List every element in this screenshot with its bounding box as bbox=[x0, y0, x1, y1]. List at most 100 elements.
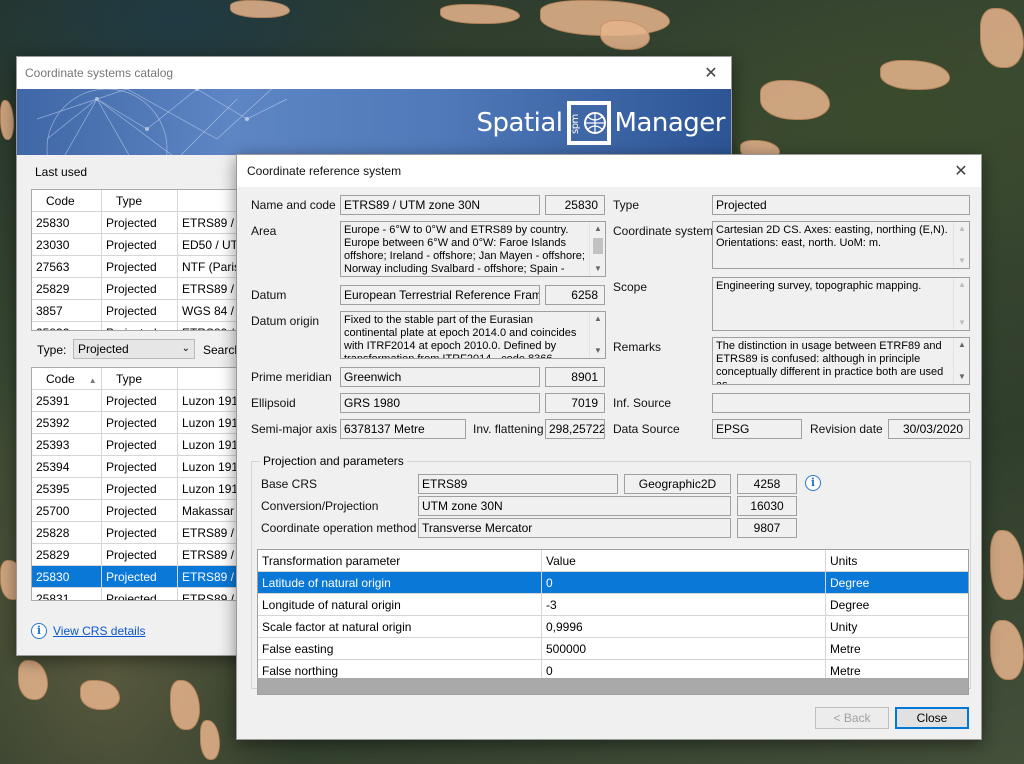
table-row[interactable]: 27563Projected NTF (Paris) / bbox=[32, 255, 240, 278]
area-scrollbar[interactable]: ▲ ▼ bbox=[589, 222, 605, 276]
scroll-down-icon[interactable]: ▼ bbox=[954, 254, 969, 268]
revision-date-field[interactable]: 30/03/2020 bbox=[888, 419, 970, 439]
crs-name-field[interactable]: ETRS89 / UTM zone 30N bbox=[340, 195, 540, 215]
table-cell-type: Projected bbox=[102, 477, 178, 500]
info-icon[interactable]: i bbox=[805, 475, 821, 491]
table-cell-code: 25828 bbox=[32, 521, 102, 544]
scroll-thumb[interactable] bbox=[593, 238, 603, 254]
method-field[interactable]: Transverse Mercator bbox=[418, 518, 731, 538]
conversion-label: Conversion/Projection bbox=[261, 499, 379, 513]
table-row[interactable]: 25393 Projected Luzon 1911 bbox=[32, 433, 240, 456]
last-used-table[interactable]: Code Type 25830 Projected ETRS89 / U 23030 P… bbox=[31, 189, 241, 331]
back-button[interactable]: < Back bbox=[815, 707, 889, 729]
table-row[interactable]: Latitude of natural origin 0 Degree bbox=[258, 571, 968, 594]
conversion-field[interactable]: UTM zone 30N bbox=[418, 496, 731, 516]
datum-origin-scrollbar[interactable]: ▲ ▼ bbox=[589, 312, 605, 358]
table-header-row: Code Type bbox=[32, 190, 240, 212]
table-row[interactable]: 25829 Projected ETRS89 / U bbox=[32, 277, 240, 300]
table-row[interactable]: 25832ProjectedETRS89 / U bbox=[32, 321, 240, 330]
datum-origin-memo[interactable]: Fixed to the stable part of the Eurasian… bbox=[340, 311, 606, 359]
remarks-scrollbar[interactable]: ▲ ▼ bbox=[953, 338, 969, 384]
table-row[interactable]: 25395 Projected Luzon 1911 bbox=[32, 477, 240, 500]
scroll-down-icon[interactable]: ▼ bbox=[954, 370, 969, 384]
crs-titlebar: Coordinate reference system ✕ bbox=[237, 155, 981, 187]
scroll-down-icon[interactable]: ▼ bbox=[590, 262, 605, 276]
column-header-type[interactable]: Type bbox=[102, 190, 178, 212]
scroll-up-icon[interactable]: ▲ bbox=[954, 278, 969, 292]
scroll-up-icon[interactable]: ▲ bbox=[954, 222, 969, 236]
results-table[interactable]: Code ▲ Type 25391 Projected Luzon 1911 25392… bbox=[31, 367, 241, 601]
table-cell-value: -3 bbox=[542, 593, 826, 616]
base-crs-kind-field[interactable]: Geographic2D bbox=[624, 474, 731, 494]
table-cell-units: Metre bbox=[830, 641, 861, 656]
column-header-value[interactable]: Value bbox=[542, 549, 826, 572]
type-filter-select[interactable]: Projected ⌄ bbox=[73, 339, 195, 359]
column-header-name[interactable] bbox=[178, 190, 240, 212]
prime-meridian-label: Prime meridian bbox=[251, 370, 332, 384]
column-header-code[interactable]: Code bbox=[32, 190, 102, 212]
semi-major-field[interactable]: 6378137 Metre bbox=[340, 419, 466, 439]
inf-source-field[interactable] bbox=[712, 393, 970, 413]
scroll-up-icon[interactable]: ▲ bbox=[590, 312, 605, 326]
datum-field[interactable]: European Terrestrial Reference Frame 20 bbox=[340, 285, 540, 305]
table-cell-code: 25391 bbox=[32, 389, 102, 412]
type-field[interactable]: Projected bbox=[712, 195, 970, 215]
scroll-down-icon[interactable]: ▼ bbox=[954, 316, 969, 330]
parameters-table[interactable]: Transformation parameter Value Units Lat… bbox=[257, 549, 969, 695]
coordinate-system-memo[interactable]: Cartesian 2D CS. Axes: easting, northing… bbox=[712, 221, 970, 269]
scroll-up-icon[interactable]: ▲ bbox=[954, 338, 969, 352]
scope-scrollbar[interactable]: ▲ ▼ bbox=[953, 278, 969, 330]
close-button[interactable]: Close bbox=[895, 707, 969, 729]
close-icon[interactable]: ✕ bbox=[941, 155, 981, 187]
table-row[interactable]: Longitude of natural origin -3 Degree bbox=[258, 593, 968, 616]
table-row[interactable]: Scale factor at natural origin 0,9996 Unit… bbox=[258, 615, 968, 638]
conversion-code-field[interactable]: 16030 bbox=[737, 496, 797, 516]
table-row[interactable]: 25831 Projected ETRS89 / U bbox=[32, 587, 240, 601]
column-header-units[interactable]: Units bbox=[826, 550, 968, 572]
table-row[interactable]: 23030Projected ED50 / UTM bbox=[32, 233, 240, 256]
scroll-down-icon[interactable]: ▼ bbox=[590, 344, 605, 358]
base-crs-field[interactable]: ETRS89 bbox=[418, 474, 618, 494]
column-header-parameter[interactable]: Transformation parameter bbox=[258, 549, 542, 572]
table-row[interactable]: 25830 Projected ETRS89 / U bbox=[32, 565, 240, 588]
table-cell-type: Projected bbox=[102, 587, 178, 600]
prime-meridian-field[interactable]: Greenwich bbox=[340, 367, 540, 387]
column-header-type[interactable]: Type bbox=[102, 368, 178, 390]
table-row[interactable]: 25394 Projected Luzon 1911 bbox=[32, 455, 240, 478]
table-row[interactable]: False easting 500000 Metre bbox=[258, 637, 968, 660]
ellipsoid-code-field[interactable]: 7019 bbox=[545, 393, 605, 413]
view-crs-details-link[interactable]: View CRS details bbox=[53, 624, 145, 638]
remarks-memo[interactable]: The distinction in usage between ETRF89 … bbox=[712, 337, 970, 385]
table-cell-name: Luzon 1911 bbox=[182, 481, 240, 496]
revision-date-label: Revision date bbox=[810, 422, 883, 436]
crs-code-field[interactable]: 25830 bbox=[545, 195, 605, 215]
coordinate-system-scrollbar[interactable]: ▲ ▼ bbox=[953, 222, 969, 268]
chevron-down-icon: ⌄ bbox=[181, 343, 190, 354]
column-header-code-label: Code bbox=[46, 371, 75, 386]
scroll-up-icon[interactable]: ▲ bbox=[590, 222, 605, 236]
scope-memo[interactable]: Engineering survey, topographic mapping.… bbox=[712, 277, 970, 331]
table-row[interactable]: 25830 Projected ETRS89 / U bbox=[32, 211, 240, 234]
column-header-name[interactable] bbox=[178, 368, 240, 390]
column-header-code[interactable]: Code ▲ bbox=[32, 368, 102, 390]
table-cell-name: ETRS89 / U bbox=[182, 215, 240, 230]
method-code-field[interactable]: 9807 bbox=[737, 518, 797, 538]
table-header-row: Transformation parameter Value Units bbox=[258, 549, 968, 572]
table-row[interactable]: 25700Projected Makassar (J bbox=[32, 499, 240, 522]
table-row[interactable]: 3857 Projected WGS 84 / P bbox=[32, 299, 240, 322]
area-memo[interactable]: Europe - 6°W to 0°W and ETRS89 by countr… bbox=[340, 221, 606, 277]
inv-flattening-field[interactable]: 298,257222 bbox=[545, 419, 605, 439]
ellipsoid-field[interactable]: GRS 1980 bbox=[340, 393, 540, 413]
data-source-field[interactable]: EPSG bbox=[712, 419, 802, 439]
svg-text:spm: spm bbox=[570, 114, 581, 134]
base-crs-code-field[interactable]: 4258 bbox=[737, 474, 797, 494]
table-row[interactable]: 25391 Projected Luzon 1911 bbox=[32, 389, 240, 412]
datum-code-field[interactable]: 6258 bbox=[545, 285, 605, 305]
table-row[interactable]: 25828 Projected ETRS89 / U bbox=[32, 521, 240, 544]
close-icon[interactable]: ✕ bbox=[691, 57, 731, 89]
table-cell-name: ETRS89 / U bbox=[182, 591, 240, 601]
table-row[interactable]: 25829 Projected ETRS89 / U bbox=[32, 543, 240, 566]
inf-source-label: Inf. Source bbox=[613, 396, 672, 410]
table-row[interactable]: 25392 Projected Luzon 1911 bbox=[32, 411, 240, 434]
prime-meridian-code-field[interactable]: 8901 bbox=[545, 367, 605, 387]
